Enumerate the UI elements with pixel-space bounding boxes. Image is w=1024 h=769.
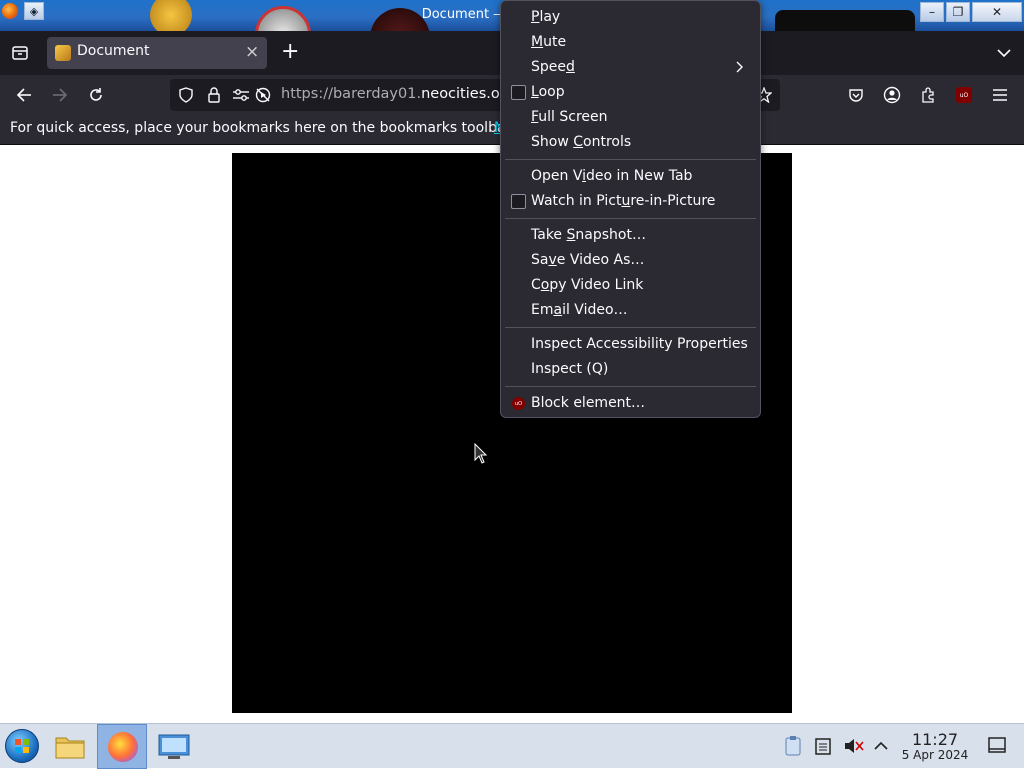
- url-prefix: https://barerday01.: [281, 86, 422, 102]
- file-manager-icon[interactable]: [55, 733, 85, 759]
- menu-item-show-controls[interactable]: Show Controls: [501, 130, 760, 155]
- clock-date[interactable]: 5 Apr 2024: [897, 748, 973, 762]
- menu-item-label: Copy Video Link: [531, 277, 644, 293]
- notes-tray-icon[interactable]: [815, 737, 831, 755]
- firefox-view-icon[interactable]: [10, 43, 30, 63]
- menu-item-watch-in-picture-in-picture[interactable]: Watch in Picture-in-Picture: [501, 189, 760, 214]
- menu-item-loop[interactable]: Loop: [501, 80, 760, 105]
- menu-item-mute[interactable]: Mute: [501, 30, 760, 55]
- tab-document[interactable]: Document ×: [47, 37, 267, 69]
- checkbox-icon: [511, 194, 526, 209]
- menu-separator: [505, 159, 756, 160]
- ublock-origin-icon[interactable]: uO: [956, 87, 972, 103]
- menu-item-full-screen[interactable]: Full Screen: [501, 105, 760, 130]
- show-desktop-icon[interactable]: [988, 737, 1008, 755]
- menu-separator: [505, 218, 756, 219]
- checkbox-icon: [511, 85, 526, 100]
- menu-item-label: Mute: [531, 34, 567, 50]
- tracking-protection-shield-icon[interactable]: [178, 87, 194, 103]
- menu-separator: [505, 327, 756, 328]
- hamburger-menu-icon[interactable]: [990, 85, 1010, 105]
- firefox-icon: [108, 732, 138, 762]
- forward-button[interactable]: [50, 85, 70, 105]
- system-settings-icon[interactable]: [158, 733, 190, 761]
- bookmarks-hint-text: For quick access, place your bookmarks h…: [10, 120, 515, 136]
- extensions-icon[interactable]: [918, 85, 938, 105]
- new-tab-button[interactable]: +: [281, 39, 299, 64]
- taskbar: 11:27 5 Apr 2024: [0, 723, 1024, 769]
- menu-item-label: Save Video As…: [531, 252, 645, 268]
- menu-item-inspect-q[interactable]: Inspect (Q): [501, 357, 760, 382]
- tab-close-icon[interactable]: ×: [245, 42, 259, 62]
- menu-item-label: Speed: [531, 59, 575, 75]
- menu-item-block-element[interactable]: uO Block element…: [501, 391, 760, 416]
- menu-item-label: Loop: [531, 84, 565, 100]
- menu-item-label: Play: [531, 9, 561, 25]
- clock-time[interactable]: 11:27: [900, 731, 970, 748]
- clipboard-tray-icon[interactable]: [784, 736, 802, 756]
- tab-title: Document: [77, 43, 150, 59]
- ublock-icon: uO: [512, 397, 525, 410]
- url-domain: neocities.org: [421, 86, 501, 102]
- permissions-icon[interactable]: [232, 87, 250, 103]
- mouse-cursor-icon: [474, 442, 488, 469]
- menu-item-label: Watch in Picture-in-Picture: [531, 193, 716, 209]
- menu-item-inspect-accessibility-properties[interactable]: Inspect Accessibility Properties: [501, 332, 760, 357]
- menu-item-label: Open Video in New Tab: [531, 168, 693, 184]
- show-hidden-icons-chevron-up-icon[interactable]: [874, 739, 890, 753]
- close-button[interactable]: ✕: [972, 2, 1022, 22]
- video-context-menu: Play Mute Speed Loop Full Screen Show Control…: [500, 0, 761, 418]
- url-text[interactable]: https://barerday01.neocities.org: [281, 86, 501, 102]
- autoplay-blocked-icon[interactable]: [254, 87, 272, 103]
- menu-item-speed[interactable]: Speed: [501, 55, 760, 80]
- account-icon[interactable]: [882, 85, 902, 105]
- favicon-icon: [55, 45, 71, 61]
- menu-item-label: Email Video…: [531, 302, 628, 318]
- menu-item-label: Inspect (Q): [531, 361, 609, 377]
- menu-item-email-video[interactable]: Email Video…: [501, 298, 760, 323]
- menu-item-open-video-in-new-tab[interactable]: Open Video in New Tab: [501, 164, 760, 189]
- menu-item-take-snapshot[interactable]: Take Snapshot…: [501, 223, 760, 248]
- menu-item-play[interactable]: Play: [501, 5, 760, 30]
- chevron-right-icon: [735, 61, 747, 73]
- list-all-tabs-icon[interactable]: [994, 44, 1014, 62]
- menu-item-label: Take Snapshot…: [531, 227, 646, 243]
- volume-muted-icon[interactable]: [844, 737, 864, 755]
- menu-item-copy-video-link[interactable]: Copy Video Link: [501, 273, 760, 298]
- maximize-button[interactable]: ❐: [946, 2, 970, 22]
- minimize-button[interactable]: –: [920, 2, 944, 22]
- taskbar-firefox-button[interactable]: [97, 724, 147, 769]
- pocket-icon[interactable]: [846, 85, 866, 105]
- menu-item-label: Inspect Accessibility Properties: [531, 336, 748, 352]
- menu-item-save-video-as[interactable]: Save Video As…: [501, 248, 760, 273]
- menu-item-label: Full Screen: [531, 109, 608, 125]
- reload-button[interactable]: [86, 85, 106, 105]
- lock-icon[interactable]: [206, 87, 222, 103]
- menu-item-label: Block element…: [531, 395, 646, 411]
- start-menu-button[interactable]: [5, 729, 39, 763]
- back-button[interactable]: [14, 85, 34, 105]
- menu-item-label: Show Controls: [531, 134, 632, 150]
- menu-separator: [505, 386, 756, 387]
